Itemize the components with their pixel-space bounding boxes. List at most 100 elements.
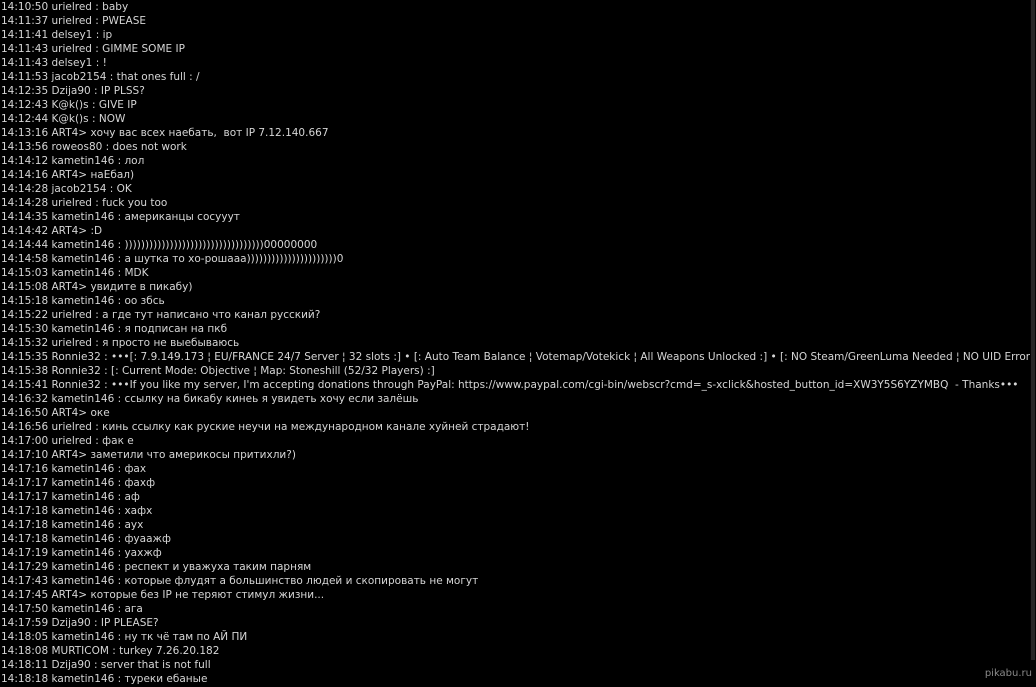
chat-message: 14:11:37 urielred : PWEASE xyxy=(1,14,1031,28)
chat-message: 14:18:05 kametin146 : ну тк чё там по АЙ… xyxy=(1,630,1031,644)
chat-message: 14:15:32 urielred : я просто не выебываю… xyxy=(1,336,1031,350)
chat-message: 14:17:16 kametin146 : фах xyxy=(1,462,1031,476)
chat-message: 14:16:56 urielred : кинь ссылку как руск… xyxy=(1,420,1031,434)
chat-message-text: 14:17:50 kametin146 : ага xyxy=(1,603,143,615)
chat-message: 14:13:16 ART4> хочу вас всех наебать, во… xyxy=(1,126,1031,140)
chat-message: 14:14:16 ART4> наЕбал) xyxy=(1,168,1031,182)
chat-message: 14:14:35 kametin146 : американцы сосууут xyxy=(1,210,1031,224)
chat-message: 14:17:18 kametin146 : аух xyxy=(1,518,1031,532)
chat-message-text: 14:14:12 kametin146 : лол xyxy=(1,155,145,167)
chat-message-text: 14:17:10 ART4> заметили что америкосы пр… xyxy=(1,449,296,461)
chat-message: 14:15:18 kametin146 : оо збсь xyxy=(1,294,1031,308)
chat-message-text: 14:16:32 kametin146 : ссылку на бикабу к… xyxy=(1,393,419,405)
chat-message-text: 14:17:45 ART4> которые без IP не теряют … xyxy=(1,589,325,601)
chat-message-text: 14:18:08 MURTICOM : turkey 7.26.20.182 xyxy=(1,645,220,657)
chat-message-text: 14:16:56 urielred : кинь ссылку как руск… xyxy=(1,421,530,433)
chat-message-text: 14:15:41 Ronnie32 : •••If you like my se… xyxy=(1,379,1019,391)
chat-message-text: 14:15:08 ART4> увидите в пикабу) xyxy=(1,281,193,293)
chat-message-text: 14:14:28 jacob2154 : OK xyxy=(1,183,132,195)
chat-message: 14:16:50 ART4> оке xyxy=(1,406,1031,420)
chat-message: 14:17:45 ART4> которые без IP не теряют … xyxy=(1,588,1031,602)
chat-message: 14:18:08 MURTICOM : turkey 7.26.20.182 xyxy=(1,644,1031,658)
chat-message: 14:17:43 kametin146 : которые флудят а б… xyxy=(1,574,1031,588)
chat-message-text: 14:18:11 Dzija90 : server that is not fu… xyxy=(1,659,211,671)
chat-message-text: 14:11:41 delsey1 : ip xyxy=(1,29,113,41)
chat-message-text: 14:14:35 kametin146 : американцы сосууут xyxy=(1,211,240,223)
chat-message-text: 14:17:18 kametin146 : хафх xyxy=(1,505,153,517)
chat-message-text: 14:14:44 kametin146 : ))))))))))))))))))… xyxy=(1,239,318,251)
chat-message-text: 14:15:32 urielred : я просто не выебываю… xyxy=(1,337,240,349)
chat-message: 14:11:43 delsey1 : ! xyxy=(1,56,1031,70)
chat-message: 14:10:50 urielred : baby xyxy=(1,0,1031,14)
chat-message-text: 14:14:58 kametin146 : а шутка то хо-роша… xyxy=(1,253,344,265)
chat-scrollbar[interactable] xyxy=(1030,0,1036,687)
chat-message: 14:17:18 kametin146 : фуаажф xyxy=(1,532,1031,546)
chat-message-text: 14:14:42 ART4> :D xyxy=(1,225,103,237)
chat-message: 14:17:59 Dzija90 : IP PLEASE? xyxy=(1,616,1031,630)
chat-message: 14:14:44 kametin146 : ))))))))))))))))))… xyxy=(1,238,1031,252)
chat-message: 14:14:58 kametin146 : а шутка то хо-роша… xyxy=(1,252,1031,266)
chat-message-text: 14:15:03 kametin146 : MDK xyxy=(1,267,149,279)
chat-message: 14:17:50 kametin146 : ага xyxy=(1,602,1031,616)
chat-message-text: 14:17:18 kametin146 : аух xyxy=(1,519,144,531)
chat-message: 14:17:10 ART4> заметили что америкосы пр… xyxy=(1,448,1031,462)
chat-message-text: 14:16:50 ART4> оке xyxy=(1,407,110,419)
chat-message: 14:18:18 kametin146 : туреки ебаные xyxy=(1,672,1031,686)
chat-message: 14:11:43 urielred : GIMME SOME IP xyxy=(1,42,1031,56)
chat-message: 14:17:00 urielred : фак е xyxy=(1,434,1031,448)
chat-message-text: 14:12:44 K@k()s : NOW xyxy=(1,113,126,125)
chat-message-text: 14:17:29 kametin146 : респект и уважуха … xyxy=(1,561,312,573)
chat-message: 14:17:18 kametin146 : хафх xyxy=(1,504,1031,518)
chat-message: 14:16:32 kametin146 : ссылку на бикабу к… xyxy=(1,392,1031,406)
chat-message: 14:14:28 jacob2154 : OK xyxy=(1,182,1031,196)
chat-message: 14:12:44 K@k()s : NOW xyxy=(1,112,1031,126)
chat-message-text: 14:12:43 K@k()s : GIVE IP xyxy=(1,99,137,111)
chat-message-text: 14:10:50 urielred : baby xyxy=(1,1,129,13)
chat-message-text: 14:11:53 jacob2154 : that ones full : / xyxy=(1,71,200,83)
chat-message: 14:15:08 ART4> увидите в пикабу) xyxy=(1,280,1031,294)
chat-message: 14:17:17 kametin146 : фахф xyxy=(1,476,1031,490)
chat-message: 14:18:11 Dzija90 : server that is not fu… xyxy=(1,658,1031,672)
chat-scrollbar-thumb[interactable] xyxy=(1031,0,1035,660)
chat-message-text: 14:17:17 kametin146 : аф xyxy=(1,491,140,503)
chat-message: 14:12:35 Dzija90 : IP PLSS? xyxy=(1,84,1031,98)
chat-message: 14:14:12 kametin146 : лол xyxy=(1,154,1031,168)
chat-message-text: 14:15:30 kametin146 : я подписан на пкб xyxy=(1,323,228,335)
chat-message-text: 14:14:28 urielred : fuck you too xyxy=(1,197,168,209)
chat-message: 14:15:35 Ronnie32 : •••[: 7.9.149.173 ¦ … xyxy=(1,350,1031,364)
chat-message-text: 14:15:22 urielred : а где тут написано ч… xyxy=(1,309,321,321)
chat-message-text: 14:13:56 roweos80 : does not work xyxy=(1,141,187,153)
watermark-text: pikabu.ru xyxy=(984,668,1032,679)
chat-message-text: 14:17:17 kametin146 : фахф xyxy=(1,477,156,489)
chat-message-text: 14:15:35 Ronnie32 : •••[: 7.9.149.173 ¦ … xyxy=(1,351,1031,363)
chat-message: 14:15:03 kametin146 : MDK xyxy=(1,266,1031,280)
chat-message: 14:11:53 jacob2154 : that ones full : / xyxy=(1,70,1031,84)
chat-message-text: 14:18:18 kametin146 : туреки ебаные xyxy=(1,673,208,685)
chat-message-text: 14:15:38 Ronnie32 : [: Current Mode: Obj… xyxy=(1,365,435,377)
chat-message: 14:17:19 kametin146 : уахжф xyxy=(1,546,1031,560)
chat-message: 14:13:56 roweos80 : does not work xyxy=(1,140,1031,154)
chat-message-text: 14:14:16 ART4> наЕбал) xyxy=(1,169,135,181)
chat-message-text: 14:13:16 ART4> хочу вас всех наебать, во… xyxy=(1,127,329,139)
chat-message-text: 14:12:35 Dzija90 : IP PLSS? xyxy=(1,85,145,97)
chat-message: 14:14:42 ART4> :D xyxy=(1,224,1031,238)
chat-message-text: 14:17:43 kametin146 : которые флудят а б… xyxy=(1,575,479,587)
chat-message-text: 14:11:43 urielred : GIMME SOME IP xyxy=(1,43,185,55)
chat-message: 14:17:29 kametin146 : респект и уважуха … xyxy=(1,560,1031,574)
chat-message-text: 14:11:43 delsey1 : ! xyxy=(1,57,107,69)
chat-message-text: 14:17:16 kametin146 : фах xyxy=(1,463,147,475)
chat-message-text: 14:17:00 urielred : фак е xyxy=(1,435,134,447)
chat-message-text: 14:15:18 kametin146 : оо збсь xyxy=(1,295,165,307)
chat-message: 14:12:43 K@k()s : GIVE IP xyxy=(1,98,1031,112)
chat-message: 14:17:17 kametin146 : аф xyxy=(1,490,1031,504)
chat-message-text: 14:17:19 kametin146 : уахжф xyxy=(1,547,162,559)
chat-message: 14:15:22 urielred : а где тут написано ч… xyxy=(1,308,1031,322)
chat-message: 14:15:41 Ronnie32 : •••If you like my se… xyxy=(1,378,1031,392)
chat-message: 14:11:41 delsey1 : ip xyxy=(1,28,1031,42)
chat-message-text: 14:17:59 Dzija90 : IP PLEASE? xyxy=(1,617,159,629)
chat-message: 14:15:30 kametin146 : я подписан на пкб xyxy=(1,322,1031,336)
chat-message-text: 14:18:05 kametin146 : ну тк чё там по АЙ… xyxy=(1,631,248,643)
chat-message: 14:15:38 Ronnie32 : [: Current Mode: Obj… xyxy=(1,364,1031,378)
chat-message-text: 14:17:18 kametin146 : фуаажф xyxy=(1,533,171,545)
chat-log: 14:10:50 urielred : baby 14:11:37 urielre… xyxy=(1,0,1031,687)
